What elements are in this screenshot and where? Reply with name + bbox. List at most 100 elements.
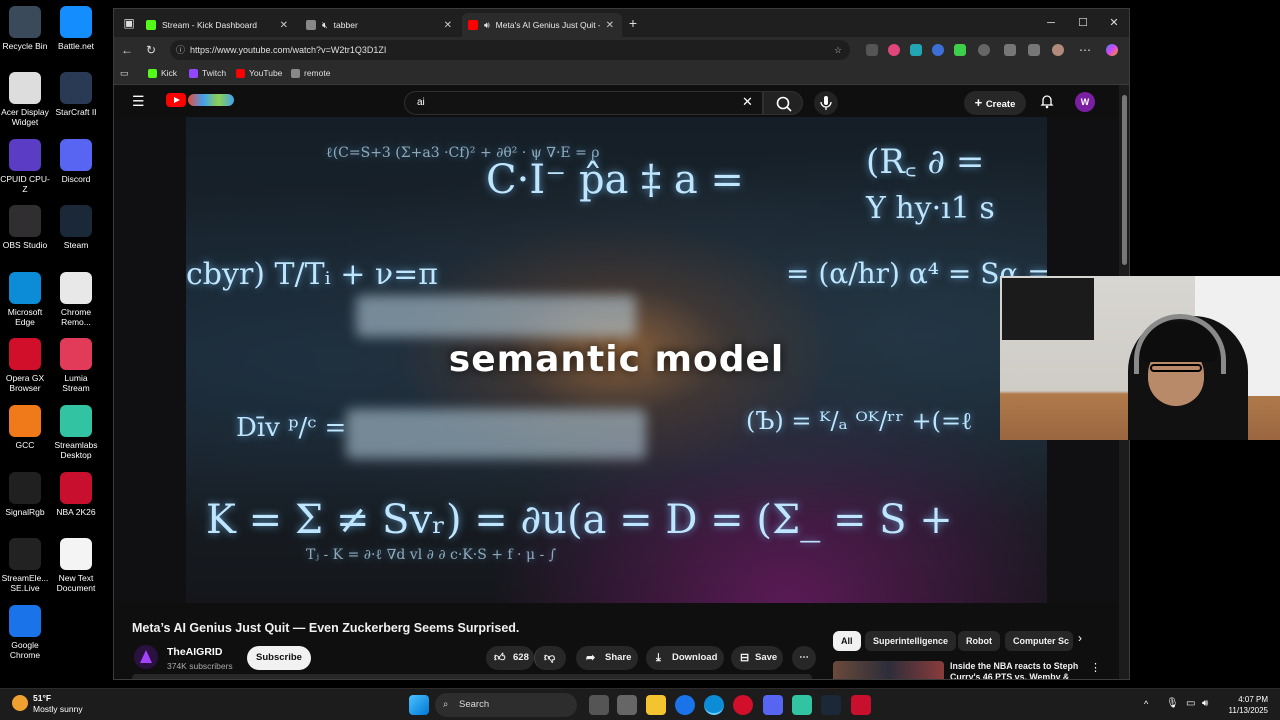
- opera-gx-icon[interactable]: [733, 695, 753, 715]
- refresh-button[interactable]: ↻: [142, 41, 160, 59]
- search-button[interactable]: [763, 91, 803, 115]
- recommendation-menu-icon[interactable]: ⋮: [1090, 661, 1101, 674]
- desktop-icon[interactable]: Steam: [51, 205, 101, 250]
- tab-kick-dashboard[interactable]: Stream - Kick Dashboard ✕: [140, 13, 296, 37]
- streamlabs-icon[interactable]: [792, 695, 812, 715]
- nba-2k26-icon[interactable]: [851, 695, 871, 715]
- scrollbar-thumb[interactable]: [1122, 95, 1127, 265]
- chip-all[interactable]: All: [833, 631, 861, 651]
- video-frame[interactable]: ℓ(C=S+3 (Σ+a3 ·Cf)² + ∂θ² · ψ ∇·E = ρ C·…: [186, 117, 1047, 603]
- like-button[interactable]: 👍︎ 628: [486, 646, 534, 670]
- task-view-icon[interactable]: [589, 695, 609, 715]
- new-tab-button[interactable]: +: [624, 14, 642, 32]
- chip-superintelligence[interactable]: Superintelligence: [865, 631, 957, 651]
- desktop-icon[interactable]: Discord: [51, 139, 101, 184]
- desktop-icon[interactable]: GCC: [0, 405, 50, 450]
- bookmark-youtube[interactable]: YouTube: [236, 68, 282, 78]
- extensions-puzzle-icon[interactable]: [978, 44, 990, 56]
- channel-avatar[interactable]: [134, 645, 158, 669]
- microphone-tray-icon[interactable]: 🎙︎: [1166, 698, 1179, 709]
- tab-close-icon[interactable]: ✕: [444, 20, 452, 31]
- minimize-button[interactable]: ─: [1036, 14, 1066, 32]
- start-button[interactable]: [409, 695, 429, 715]
- share-button[interactable]: ➦ Share: [576, 646, 638, 670]
- more-actions-button[interactable]: ⋯: [792, 646, 816, 670]
- browser-essentials-icon[interactable]: [1004, 44, 1016, 56]
- site-info-icon[interactable]: ⓘ: [176, 40, 185, 60]
- menu-icon[interactable]: ☰: [132, 93, 145, 110]
- bookmark-twitch[interactable]: Twitch: [189, 68, 226, 78]
- back-button[interactable]: ←: [118, 41, 136, 59]
- youtube-logo[interactable]: [166, 93, 234, 108]
- desktop-icon[interactable]: New Text Document: [51, 538, 101, 593]
- tab-actions-icon[interactable]: ▣: [120, 14, 138, 32]
- desktop-icon[interactable]: Battle.net: [51, 6, 101, 51]
- desktop-icon[interactable]: StarCraft II: [51, 72, 101, 117]
- video-player[interactable]: ℓ(C=S+3 (Σ+a3 ·Cf)² + ∂θ² · ψ ∇·E = ρ C·…: [114, 117, 1119, 603]
- desktop-icon[interactable]: NBA 2K26: [51, 472, 101, 517]
- tab-close-icon[interactable]: ✕: [606, 20, 614, 31]
- channel-name[interactable]: TheAIGRID: [167, 646, 222, 658]
- clear-search-icon[interactable]: ✕: [742, 94, 753, 110]
- recommendation-title[interactable]: Inside the NBA reacts to Steph Curry's 4…: [950, 661, 1090, 679]
- maximize-button[interactable]: ☐: [1068, 14, 1098, 32]
- subscribe-button[interactable]: Subscribe: [247, 646, 311, 670]
- chip-robot[interactable]: Robot: [958, 631, 1000, 651]
- chevron-right-icon[interactable]: ›: [1078, 631, 1082, 645]
- desktop-icon-label: Acer Display Widget: [1, 107, 49, 127]
- discord-icon[interactable]: [763, 695, 783, 715]
- bookmarks-menu-icon[interactable]: ▭: [120, 68, 129, 79]
- account-avatar[interactable]: W: [1075, 92, 1095, 112]
- close-window-button[interactable]: ✕: [1099, 14, 1129, 32]
- favorites-icon[interactable]: [1028, 44, 1040, 56]
- network-icon[interactable]: ▭: [1186, 698, 1195, 709]
- notifications-button[interactable]: [1039, 93, 1055, 109]
- file-explorer-icon[interactable]: [646, 695, 666, 715]
- edge-icon[interactable]: [704, 695, 724, 715]
- app-icon: [60, 205, 92, 237]
- desktop-icon[interactable]: Lumia Stream: [51, 338, 101, 393]
- chrome-icon[interactable]: [675, 695, 695, 715]
- desktop-icon[interactable]: Acer Display Widget: [0, 72, 50, 127]
- taskbar-search[interactable]: ⌕ Search: [435, 693, 577, 717]
- recommendation-thumbnail[interactable]: [833, 661, 944, 679]
- desktop-icon[interactable]: SignalRgb: [0, 472, 50, 517]
- save-button[interactable]: ⊟ Save: [731, 646, 783, 670]
- desktop-icon[interactable]: Streamlabs Desktop: [51, 405, 101, 460]
- desktop-icon[interactable]: Opera GX Browser: [0, 338, 50, 393]
- bookmark-remote[interactable]: remote: [291, 68, 330, 78]
- search-input[interactable]: ai: [404, 91, 763, 115]
- extension-icon[interactable]: [888, 44, 900, 56]
- favorite-star-icon[interactable]: ☆: [834, 40, 842, 60]
- desktop-icon[interactable]: StreamEle... SE.Live: [0, 538, 50, 593]
- dislike-button[interactable]: 👎︎: [534, 646, 566, 670]
- desktop-icon[interactable]: Microsoft Edge: [0, 272, 50, 327]
- tab-tabber[interactable]: 🔇︎ tabber ✕: [300, 13, 460, 37]
- extension-icon[interactable]: [910, 44, 922, 56]
- chip-computer-science[interactable]: Computer Sc: [1005, 631, 1073, 651]
- desktop-icon[interactable]: Google Chrome: [0, 605, 50, 660]
- extension-icon[interactable]: [932, 44, 944, 56]
- desktop-icon[interactable]: OBS Studio: [0, 205, 50, 250]
- extension-icon[interactable]: [954, 44, 966, 56]
- volume-icon[interactable]: 🔊︎: [1202, 698, 1208, 709]
- more-menu-icon[interactable]: ⋯: [1076, 41, 1094, 59]
- clock[interactable]: 4:07 PM 11/13/2025: [1222, 694, 1268, 716]
- app-icon: [60, 472, 92, 504]
- desktop-icon[interactable]: Recycle Bin: [0, 6, 50, 51]
- tray-chevron-icon[interactable]: ^: [1144, 699, 1148, 709]
- profile-avatar[interactable]: [1052, 44, 1064, 56]
- bookmark-kick[interactable]: Kick: [148, 68, 177, 78]
- create-button[interactable]: + Create: [964, 91, 1026, 115]
- desktop-icon[interactable]: CPUID CPU-Z: [0, 139, 50, 194]
- tab-youtube-video[interactable]: 🔊︎ Meta's AI Genius Just Quit - ✕: [462, 13, 622, 37]
- copilot-icon[interactable]: [1106, 44, 1118, 56]
- steam-icon[interactable]: [821, 695, 841, 715]
- extension-icon[interactable]: [866, 44, 878, 56]
- tab-close-icon[interactable]: ✕: [280, 20, 288, 31]
- voice-search-button[interactable]: [814, 91, 838, 115]
- url-input[interactable]: ⓘ https://www.youtube.com/watch?v=W2tr1Q…: [170, 40, 850, 60]
- terminal-icon[interactable]: [617, 695, 637, 715]
- download-button[interactable]: ⤓ Download: [646, 646, 724, 670]
- desktop-icon[interactable]: Chrome Remo...: [51, 272, 101, 327]
